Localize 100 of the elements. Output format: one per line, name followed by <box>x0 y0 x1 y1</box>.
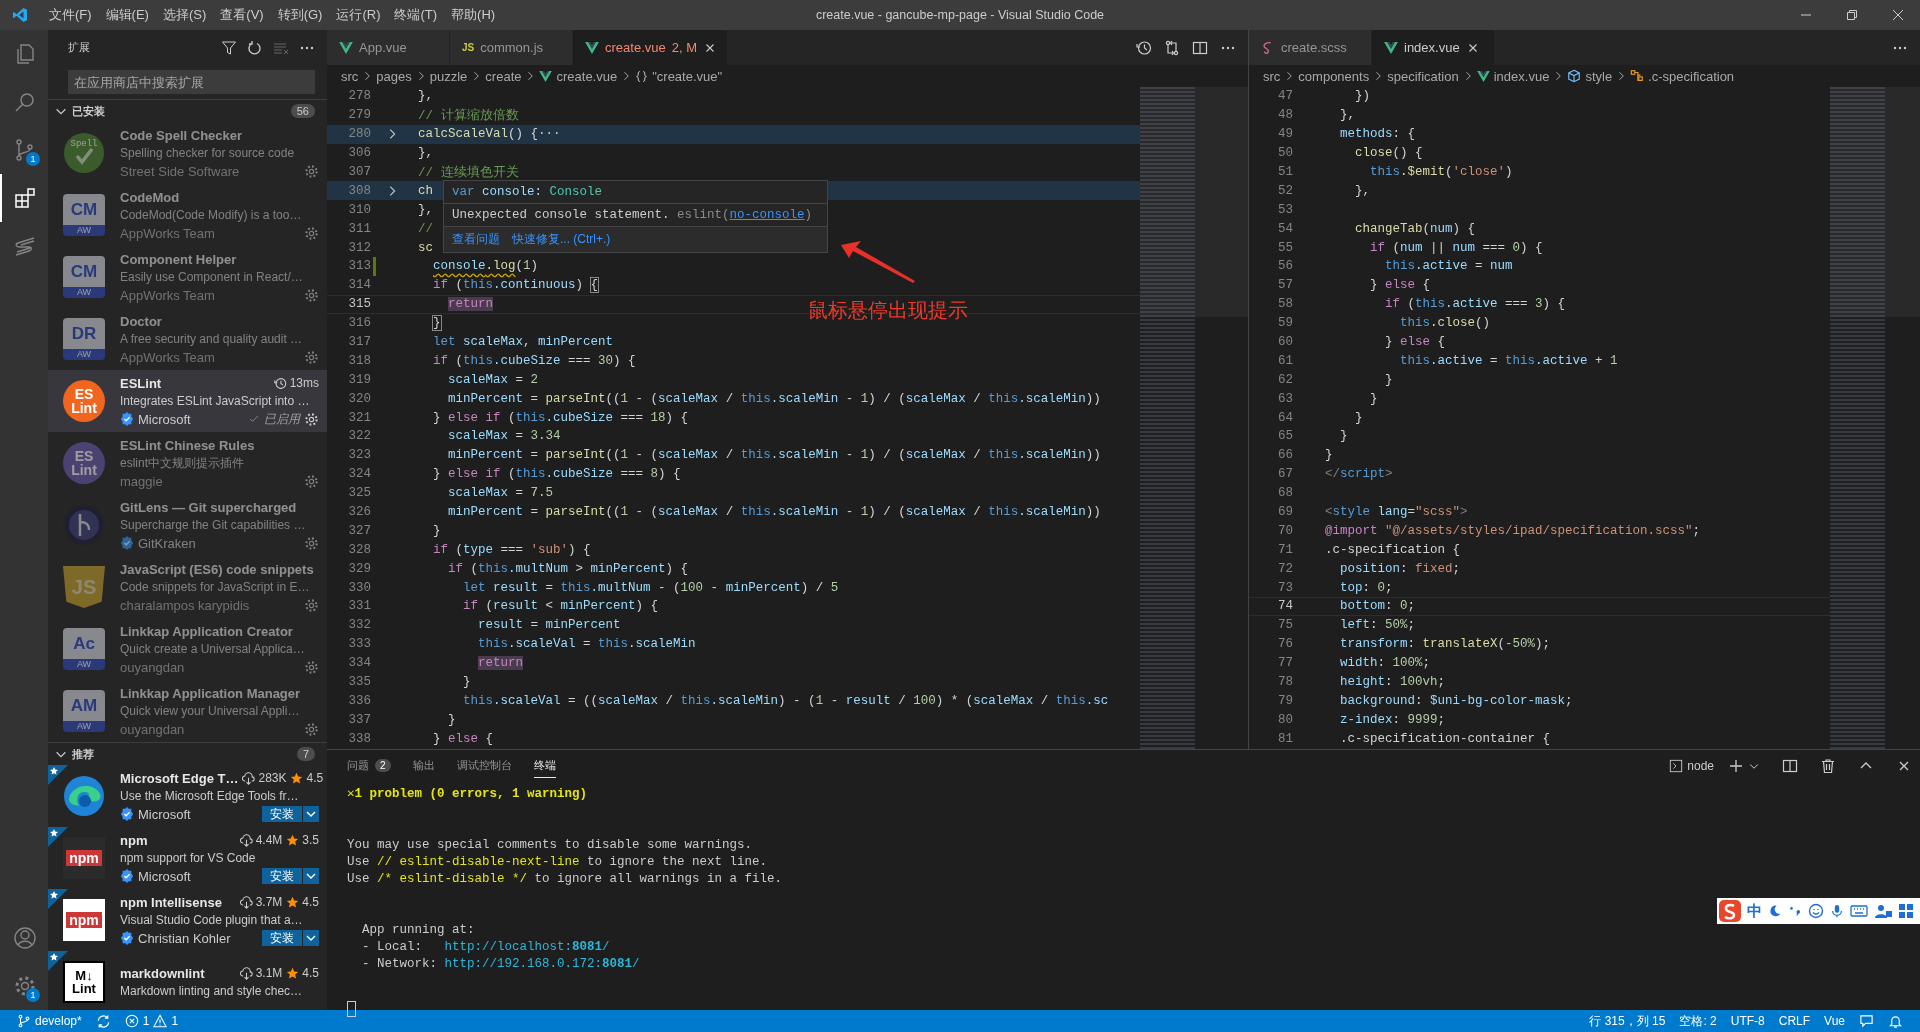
breadcrumb-item[interactable]: create.vue <box>539 68 618 84</box>
line-number: 334 <box>347 656 371 671</box>
section-title[interactable]: 推荐 <box>72 746 293 762</box>
settings-icon <box>13 974 37 998</box>
breadcrumb-item[interactable]: components <box>1298 68 1370 84</box>
smiley-icon[interactable] <box>1808 903 1824 919</box>
publisher-name: Christian Kohler <box>138 930 232 946</box>
breadcrumb-item[interactable]: "create.vue" <box>635 68 723 84</box>
status-item[interactable]: 空格: 2 <box>1679 1012 1717 1030</box>
line-number: 335 <box>347 675 371 690</box>
code-line: methods: { <box>1339 127 1416 142</box>
breadcrumb-item[interactable]: style <box>1567 68 1613 84</box>
keyboard-icon[interactable] <box>1850 904 1868 918</box>
file-type-icon <box>1476 70 1490 82</box>
install-button[interactable]: 安装 <box>262 930 302 946</box>
install-button[interactable]: 安装 <box>262 868 302 884</box>
breadcrumb-item[interactable]: src <box>341 68 359 84</box>
status-item[interactable]: CRLF <box>1778 1014 1811 1028</box>
install-dropdown-icon[interactable] <box>303 930 319 946</box>
editor-tab[interactable]: create.scss <box>1249 30 1372 65</box>
panel-tab[interactable]: 调试控制台 <box>456 754 512 778</box>
feedback-icon[interactable] <box>1859 1013 1874 1029</box>
branch-status[interactable]: develop* <box>17 1014 82 1028</box>
logo-text: CM <box>70 263 98 280</box>
code-line: if (this.continuous) { <box>432 278 599 293</box>
input-mode[interactable]: 中 <box>1747 901 1762 921</box>
publisher-name: GitKraken <box>138 535 197 551</box>
star-icon <box>286 833 300 847</box>
status-item[interactable]: 行 315，列 15 <box>1589 1012 1666 1030</box>
editor-tab[interactable]: create.vue 2, M <box>573 30 728 65</box>
breadcrumb-item[interactable]: create <box>485 68 522 84</box>
trash-icon[interactable] <box>1820 758 1836 774</box>
menu-item[interactable]: 编辑(E) <box>98 6 156 24</box>
breadcrumb-item[interactable]: pages <box>376 68 412 84</box>
extension-description: npm support for VS Code <box>120 850 256 867</box>
extension-item[interactable]: Microsoft Edge T… 283K 4.5 Use the Microsoft Edge Tools fr… Microsoft 安装 <box>48 765 327 827</box>
moon-icon[interactable] <box>1768 904 1782 918</box>
extension-item[interactable]: M↓ Lint markdownlint 3.1M 4.5 Markdown linting and style chec… <box>48 951 327 1010</box>
panel-tab[interactable]: 输出 <box>412 754 435 778</box>
section-title[interactable]: 已安装 <box>72 103 287 119</box>
menu-item[interactable]: 文件(F) <box>42 6 99 24</box>
menu-item[interactable]: 终端(T) <box>387 6 445 24</box>
hover-action-link[interactable]: 快速修复... (Ctrl+.) <box>512 231 611 248</box>
menu-item[interactable]: 运行(R) <box>329 6 388 24</box>
breadcrumb-item[interactable]: index.vue <box>1476 68 1550 84</box>
editor-tab[interactable]: App.vue <box>327 30 450 65</box>
sync-icon[interactable] <box>95 1013 111 1029</box>
refresh-icon[interactable] <box>247 39 263 56</box>
editor-tab[interactable]: index.vue <box>1372 30 1495 65</box>
menu-item[interactable]: 查看(V) <box>213 6 271 24</box>
terminal-selector[interactable]: node <box>1669 759 1714 773</box>
extension-logo <box>63 504 105 546</box>
status-item[interactable]: UTF-8 <box>1730 1014 1765 1028</box>
line-number: 52 <box>1277 183 1293 198</box>
selector-icon <box>1630 69 1645 83</box>
code-line: close() { <box>1354 146 1423 161</box>
close-icon[interactable] <box>1892 9 1904 21</box>
hover-action-link[interactable]: 查看问题 <box>452 231 500 248</box>
install-dropdown-icon[interactable] <box>303 806 319 822</box>
extension-item[interactable]: npm npm 4.4M 3.5 npm support for VS Code Microsoft 安装 <box>48 827 327 889</box>
code-line: minPercent = parseInt((1 - (scaleMax / this.scaleMin - 1) / (scaleMax / this.scaleMin)) <box>447 505 1101 520</box>
menu-item[interactable]: 帮助(H) <box>444 6 503 24</box>
extension-item[interactable]: npm npm Intellisense 3.7M 4.5 Visual Studio Code plugin that a… Christian Kohler 安装 <box>48 889 327 951</box>
add-icon[interactable] <box>1728 758 1744 774</box>
code-line: background: $uni-bg-color-mask; <box>1339 693 1573 708</box>
download-count: 3.1M <box>255 966 283 980</box>
restore-icon[interactable] <box>1846 9 1858 21</box>
history-icon[interactable] <box>1136 39 1152 56</box>
breadcrumb-item[interactable]: puzzle <box>429 68 468 84</box>
user-icon[interactable] <box>1874 903 1892 919</box>
menu-item[interactable]: 选择(S) <box>155 6 214 24</box>
settings-icon[interactable] <box>304 411 319 427</box>
menu-item[interactable]: 转到(G) <box>270 6 330 24</box>
code-line: } <box>432 316 441 331</box>
line-number: 72 <box>1277 561 1293 576</box>
line-number: 317 <box>347 335 371 349</box>
filter-icon[interactable] <box>221 39 237 56</box>
search-field[interactable]: 在应用商店中搜索扩展 <box>68 70 315 94</box>
status-item[interactable]: Vue <box>1824 1014 1845 1028</box>
split-editor-icon[interactable] <box>1192 39 1208 56</box>
install-dropdown-icon[interactable] <box>303 868 319 884</box>
grid-icon[interactable] <box>1898 903 1914 919</box>
activity-bar-item[interactable]: 1 <box>0 962 48 1010</box>
problems-status[interactable]: 1 1 <box>124 1014 179 1028</box>
line-number: 70 <box>1277 523 1293 538</box>
compare-changes-icon[interactable] <box>1164 39 1180 56</box>
punctuation-icon[interactable] <box>1788 904 1802 918</box>
extension-item[interactable]: ES Lint ESLint 13ms Integrates ESLint JavaScript into … Microsoft 已启用 <box>48 370 327 432</box>
activity-bar-item[interactable]: 1 <box>0 126 48 174</box>
panel-tab[interactable]: 问题 2 <box>347 754 391 778</box>
breadcrumb-item[interactable]: .c-specification <box>1630 68 1735 84</box>
breadcrumb-item[interactable]: src <box>1263 68 1281 84</box>
install-button[interactable]: 安装 <box>262 806 302 822</box>
split-terminal-icon[interactable] <box>1782 758 1798 774</box>
microphone-icon[interactable] <box>1830 903 1844 919</box>
bell-icon[interactable] <box>1888 1013 1903 1029</box>
editor-tab[interactable]: JS common.js <box>450 30 573 65</box>
panel-tab[interactable]: 终端 <box>533 754 556 778</box>
ime-toolbar[interactable]: 中 <box>1717 898 1920 924</box>
breadcrumb-item[interactable]: specification <box>1387 68 1459 84</box>
